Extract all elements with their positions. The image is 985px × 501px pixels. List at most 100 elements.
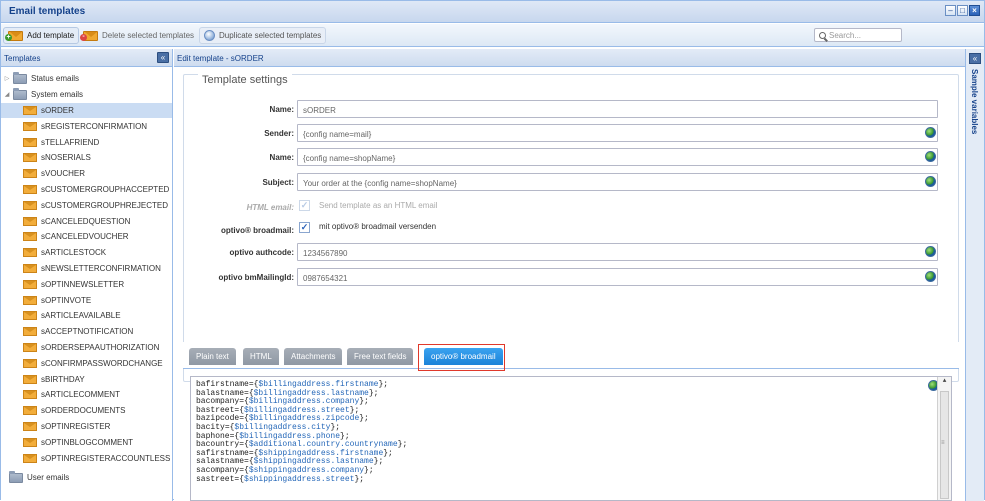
template-label: sREGISTERCONFIRMATION <box>41 121 148 131</box>
template-label: sCONFIRMPASSWORDCHANGE <box>41 358 163 368</box>
template-item[interactable]: sACCEPTNOTIFICATION <box>1 324 133 339</box>
template-item[interactable]: sCUSTOMERGROUPHREJECTED <box>1 198 168 213</box>
tab-html[interactable]: HTML <box>243 348 279 365</box>
template-item[interactable]: sCONFIRMPASSWORDCHANGE <box>1 356 163 371</box>
mail-icon <box>23 311 37 321</box>
html-email-checkbox[interactable]: ✓ <box>299 200 310 211</box>
add-template-button[interactable]: + Add template <box>3 27 80 44</box>
editor-scrollbar[interactable]: ▲ ≡ <box>937 377 951 500</box>
folder-user-emails[interactable]: User emails <box>9 470 69 485</box>
template-item[interactable]: sCANCELEDQUESTION <box>1 214 130 229</box>
maximize-icon[interactable]: □ <box>957 5 968 16</box>
authcode-field[interactable]: 1234567890 <box>297 243 938 261</box>
template-label: sTELLAFRIEND <box>41 137 100 147</box>
name-label: Name: <box>269 105 294 114</box>
name-field[interactable]: sORDER <box>297 100 938 118</box>
mail-icon <box>23 106 37 115</box>
window-controls: – □ × <box>945 5 980 16</box>
editor-tabstrip: Plain text HTML Attachments Free text fi… <box>183 342 959 369</box>
template-label: sORDERSEPAAUTHORIZATION <box>41 343 160 352</box>
collapse-arrow-icon[interactable]: ◢ <box>3 91 11 98</box>
from-name-label: Name: <box>269 153 294 162</box>
add-template-label: Add template <box>27 31 75 40</box>
duplicate-templates-button[interactable]: Duplicate selected templates <box>199 27 327 44</box>
tab-attachments[interactable]: Attachments <box>284 348 343 365</box>
tab-free-text-fields[interactable]: Free text fields <box>347 348 414 365</box>
template-item[interactable]: sREGISTERCONFIRMATION <box>1 119 147 134</box>
template-item[interactable]: sBIRTHDAY <box>1 372 85 387</box>
templates-panel: Templates « ▷ Status emails ◢ System ema… <box>1 49 173 501</box>
template-label: sNOSERIALS <box>41 153 91 163</box>
templates-panel-title: Templates <box>4 54 41 63</box>
template-item[interactable]: sORDERSEPAAUTHORIZATION <box>1 340 159 355</box>
template-label: sOPTINVOTE <box>41 295 92 305</box>
window-titlebar[interactable]: Email templates – □ × <box>1 1 984 23</box>
mailingid-label: optivo bmMailingId: <box>218 273 294 282</box>
broadmail-checkbox[interactable]: ✓ <box>299 222 310 233</box>
mailingid-field[interactable]: 0987654321 <box>297 268 938 286</box>
template-item[interactable]: sORDERDOCUMENTS <box>1 403 125 418</box>
scroll-up-icon[interactable]: ▲ <box>938 377 951 389</box>
expand-right-icon[interactable]: « <box>969 53 981 64</box>
template-label: sARTICLESTOCK <box>41 248 107 258</box>
mail-icon <box>23 185 37 194</box>
template-label: sOPTINREGISTERACCOUNTLESS <box>41 453 171 463</box>
mail-icon <box>23 295 37 305</box>
add-mail-icon: + <box>5 30 23 41</box>
template-item[interactable]: sOPTINNEWSLETTER <box>1 277 124 292</box>
template-item[interactable]: sORDER <box>1 103 172 118</box>
smarty-variable-icon[interactable] <box>925 127 936 138</box>
edit-template-header: Edit template - sORDER <box>174 49 965 67</box>
expand-arrow-icon[interactable]: ▷ <box>3 75 11 82</box>
template-item[interactable]: sOPTINBLOGCOMMENT <box>1 435 133 450</box>
folder-system-emails[interactable]: ◢ System emails <box>3 87 83 102</box>
template-item[interactable]: sOPTINREGISTER <box>1 419 110 434</box>
template-label: sOPTINNEWSLETTER <box>41 279 125 289</box>
mail-icon <box>23 232 37 242</box>
template-item[interactable]: sVOUCHER <box>1 166 85 181</box>
subject-field[interactable]: Your order at the {config name=shopName} <box>297 173 938 191</box>
close-icon[interactable]: × <box>969 5 980 16</box>
authcode-label: optivo authcode: <box>229 248 294 257</box>
broadmail-code-editor[interactable]: bafirstname={$billingaddress.firstname};… <box>190 376 952 501</box>
sample-variables-panel[interactable]: « Sample variables <box>965 49 984 501</box>
template-item[interactable]: sARTICLEAVAILABLE <box>1 308 121 323</box>
template-item[interactable]: sNOSERIALS <box>1 150 91 165</box>
template-item[interactable]: sCUSTOMERGROUPHACCEPTED <box>1 182 169 197</box>
scroll-grip-icon: ≡ <box>941 439 945 446</box>
delete-templates-label: Delete selected templates <box>102 31 195 40</box>
delete-templates-button[interactable]: - Delete selected templates <box>79 27 198 44</box>
template-label: sVOUCHER <box>41 169 86 179</box>
template-label: sCUSTOMERGROUPHREJECTED <box>41 200 168 210</box>
mail-icon <box>23 406 37 416</box>
template-item[interactable]: sOPTINREGISTERACCOUNTLESS <box>1 451 170 466</box>
template-label: sORDERDOCUMENTS <box>41 406 126 416</box>
smarty-variable-icon[interactable] <box>925 176 936 187</box>
smarty-variable-icon[interactable] <box>925 151 936 162</box>
broadmail-label: optivo® broadmail: <box>220 226 294 235</box>
template-item[interactable]: sCANCELEDVOUCHER <box>1 229 129 244</box>
tab-plain-text[interactable]: Plain text <box>189 348 236 365</box>
code-line: sastreet={$shippingaddress.street}; <box>196 474 365 484</box>
search-placeholder: Search... <box>829 30 862 40</box>
folder-icon <box>9 470 23 483</box>
search-input[interactable]: Search... <box>814 28 902 42</box>
mail-icon <box>23 216 37 226</box>
collapse-left-icon[interactable]: « <box>157 52 169 63</box>
template-label: sOPTINBLOGCOMMENT <box>41 437 134 447</box>
template-item[interactable]: sTELLAFRIEND <box>1 135 99 150</box>
minimize-icon[interactable]: – <box>945 5 956 16</box>
template-item[interactable]: sARTICLESTOCK <box>1 245 106 260</box>
template-item[interactable]: sARTICLECOMMENT <box>1 387 120 402</box>
template-item[interactable]: sOPTINVOTE <box>1 293 91 308</box>
folder-label: Status emails <box>31 74 80 83</box>
smarty-variable-icon[interactable] <box>925 246 936 257</box>
folder-status-emails[interactable]: ▷ Status emails <box>3 71 79 86</box>
from-name-field[interactable]: {config name=shopName} <box>297 148 938 166</box>
smarty-variable-icon[interactable] <box>925 271 936 282</box>
sender-field[interactable]: {config name=mail} <box>297 124 938 142</box>
template-label: sBIRTHDAY <box>41 374 85 384</box>
template-item[interactable]: sNEWSLETTERCONFIRMATION <box>1 261 161 276</box>
template-label: sCANCELEDQUESTION <box>41 216 131 226</box>
edit-template-panel: Edit template - sORDER Template settings… <box>174 49 965 501</box>
